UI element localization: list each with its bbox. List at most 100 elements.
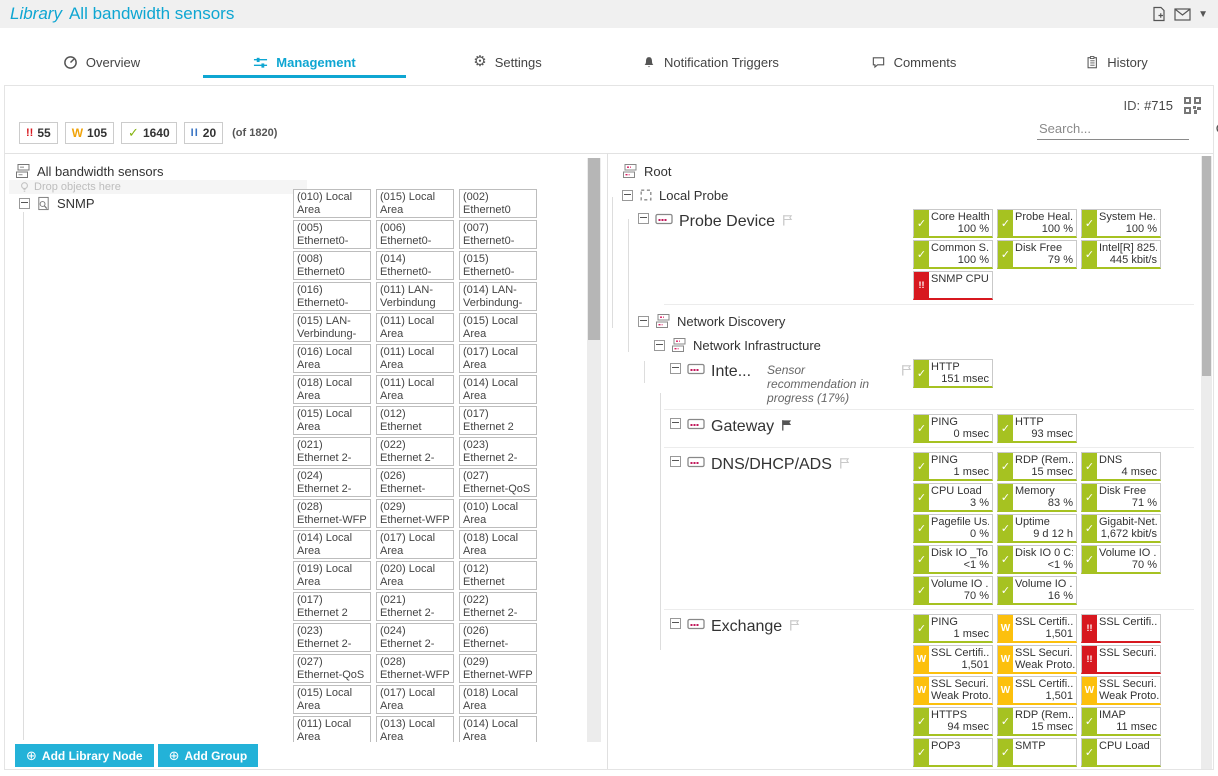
library-sensor-tile[interactable]: (015) Local Area bbox=[293, 685, 371, 714]
library-sensor-tile[interactable]: (017) Local Area bbox=[459, 344, 537, 373]
device-row-gateway[interactable]: Gateway bbox=[622, 414, 913, 443]
sensor-tile-disk-free[interactable]: ✓Disk Free71 % bbox=[1081, 483, 1161, 512]
sensor-tile-volume-io[interactable]: ✓Volume IO ...70 % bbox=[1081, 545, 1161, 574]
library-sensor-tile[interactable]: (011) LAN-Verbindung bbox=[376, 282, 454, 311]
probe-row-local-probe[interactable]: Local Probe bbox=[622, 183, 1213, 207]
sensor-tile-https[interactable]: ✓HTTPS94 msec bbox=[913, 707, 993, 736]
library-root-node[interactable]: All bandwidth sensors bbox=[15, 162, 295, 180]
library-sensor-tile[interactable]: (028) Ethernet-WFP 802.3 bbox=[293, 499, 371, 528]
collapse-expander-icon[interactable] bbox=[622, 190, 633, 201]
sensor-tile-cpu-load[interactable]: ✓CPU Load3 % bbox=[913, 483, 993, 512]
library-sensor-tile[interactable]: (011) Local Area bbox=[376, 344, 454, 373]
library-sensor-tile[interactable]: (010) Local Area bbox=[459, 499, 537, 528]
status-count-paused[interactable]: II20 bbox=[184, 122, 223, 144]
sensor-tile-rdp-rem[interactable]: ✓RDP (Rem...15 msec bbox=[997, 452, 1077, 481]
device-row-inte[interactable]: Inte...Sensor recommendation in progress… bbox=[622, 359, 913, 405]
right-scrollbar-thumb[interactable] bbox=[1202, 156, 1211, 376]
device-row-exchange[interactable]: Exchange bbox=[622, 614, 913, 767]
collapse-expander-icon[interactable] bbox=[670, 618, 681, 629]
sensor-tile-memory[interactable]: ✓Memory83 % bbox=[997, 483, 1077, 512]
library-sensor-tile[interactable]: (014) Ethernet0-WFP Native bbox=[376, 251, 454, 280]
qr-code-icon[interactable] bbox=[1184, 97, 1201, 114]
library-sensor-tile[interactable]: (023) Ethernet 2-WFP 802.3 bbox=[459, 437, 537, 466]
library-sensor-tile[interactable]: (014) Local Area bbox=[293, 530, 371, 559]
sensor-tile-ssl-certifi[interactable]: !!SSL Certifi... bbox=[1081, 614, 1161, 643]
sensor-tile-volume-io[interactable]: ✓Volume IO ...16 % bbox=[997, 576, 1077, 605]
add-group-button[interactable]: ⊕ Add Group bbox=[158, 744, 259, 767]
library-sensor-tile[interactable]: (011) Local Area bbox=[376, 313, 454, 342]
library-sensor-tile[interactable]: (023) Ethernet 2-WFP 802.3 bbox=[293, 623, 371, 652]
library-sensor-tile[interactable]: (018) Local Area bbox=[459, 530, 537, 559]
sensor-tile-smtp[interactable]: ✓SMTP bbox=[997, 738, 1077, 767]
collapse-expander-icon[interactable] bbox=[19, 198, 30, 209]
device-row-dns-dhcp-ads[interactable]: DNS/DHCP/ADS bbox=[622, 452, 913, 605]
library-sensor-tile[interactable]: (014) LAN-Verbindung-QoS bbox=[459, 282, 537, 311]
tab-history[interactable]: History bbox=[1015, 49, 1218, 78]
library-sensor-tile[interactable]: (017) Ethernet 2 Traffic bbox=[293, 592, 371, 621]
sensor-tile-http[interactable]: ✓HTTP151 msec bbox=[913, 359, 993, 388]
sensor-tile-snmp-cpu[interactable]: !!SNMP CPU... bbox=[913, 271, 993, 300]
library-sensor-tile[interactable]: (029) Ethernet-WFP Native bbox=[376, 499, 454, 528]
sensor-tile-ssl-securi[interactable]: WSSL Securi...Weak Proto... bbox=[913, 676, 993, 705]
search-input[interactable] bbox=[1037, 119, 1215, 139]
collapse-expander-icon[interactable] bbox=[638, 316, 649, 327]
sensor-tile-ssl-certifi[interactable]: WSSL Certifi...1,501 bbox=[913, 645, 993, 674]
device-row-probe-device[interactable]: Probe Device bbox=[622, 209, 913, 300]
left-scrollbar-thumb[interactable] bbox=[588, 158, 600, 340]
group-row-network-discovery[interactable]: Network Discovery bbox=[638, 309, 1213, 333]
library-sensor-tile[interactable]: (007) Ethernet0-WFP 802.3 bbox=[459, 220, 537, 249]
sensor-tile-ping[interactable]: ✓PING1 msec bbox=[913, 452, 993, 481]
sensor-tile-uptime[interactable]: ✓Uptime9 d 12 h bbox=[997, 514, 1077, 543]
library-sensor-tile[interactable]: (011) Local Area bbox=[376, 375, 454, 404]
sensor-tile-probe-heal[interactable]: ✓Probe Heal...100 % bbox=[997, 209, 1077, 238]
library-sensor-tile[interactable]: (017) Local Area bbox=[376, 685, 454, 714]
left-scrollbar[interactable] bbox=[587, 158, 601, 742]
library-sensor-tile[interactable]: (002) Ethernet0 Traffic bbox=[459, 189, 537, 218]
status-count-up[interactable]: ✓1640 bbox=[121, 122, 177, 144]
collapse-expander-icon[interactable] bbox=[670, 363, 681, 374]
status-count-down[interactable]: !!55 bbox=[19, 122, 58, 144]
library-sensor-tile[interactable]: (012) Ethernet Traffic bbox=[459, 561, 537, 590]
sensor-tile-common-s[interactable]: ✓Common S...100 % bbox=[913, 240, 993, 269]
tab-notification-triggers[interactable]: Notification Triggers bbox=[609, 49, 812, 78]
sensor-tile-gigabit-net[interactable]: ✓Gigabit-Net...1,672 kbit/s bbox=[1081, 514, 1161, 543]
library-sensor-tile[interactable]: (021) Ethernet 2-Network bbox=[376, 592, 454, 621]
library-sensor-tile[interactable]: (020) Local Area bbox=[376, 561, 454, 590]
library-sensor-tile[interactable]: (006) Ethernet0-QoS Packet bbox=[376, 220, 454, 249]
sensor-tile-intel-r-825[interactable]: ✓Intel[R] 825...445 kbit/s bbox=[1081, 240, 1161, 269]
library-sensor-tile[interactable]: (016) Ethernet0-WFP 802.3 bbox=[293, 282, 371, 311]
library-sensor-tile[interactable]: (027) Ethernet-QoS Packet bbox=[293, 654, 371, 683]
tab-management[interactable]: Management bbox=[203, 49, 406, 78]
tab-settings[interactable]: ⚙Settings bbox=[406, 49, 609, 78]
library-sensor-tile[interactable]: (015) LAN-Verbindung- bbox=[293, 313, 371, 342]
library-sensor-tile[interactable]: (021) Ethernet 2-Network bbox=[293, 437, 371, 466]
sensor-tile-disk-io-to[interactable]: ✓Disk IO _To...<1 % bbox=[913, 545, 993, 574]
group-row-network-infrastructure[interactable]: Network Infrastructure bbox=[654, 333, 1213, 357]
sensor-tile-pagefile-us[interactable]: ✓Pagefile Us...0 % bbox=[913, 514, 993, 543]
sensor-tile-disk-free[interactable]: ✓Disk Free79 % bbox=[997, 240, 1077, 269]
library-sensor-tile[interactable]: (019) Local Area bbox=[293, 561, 371, 590]
library-sensor-tile[interactable]: (011) Local Area bbox=[293, 716, 371, 742]
root-row-root[interactable]: Root bbox=[622, 159, 1213, 183]
tab-overview[interactable]: Overview bbox=[0, 49, 203, 78]
library-sensor-tile[interactable]: (008) Ethernet0 Traffic bbox=[293, 251, 371, 280]
collapse-expander-icon[interactable] bbox=[670, 456, 681, 467]
library-sensor-tile[interactable]: (014) Local Area bbox=[459, 375, 537, 404]
library-sensor-tile[interactable]: (005) Ethernet0-WFP Native bbox=[293, 220, 371, 249]
sensor-tile-dns[interactable]: ✓DNS4 msec bbox=[1081, 452, 1161, 481]
library-sensor-tile[interactable]: (022) Ethernet 2-QoS Packet bbox=[376, 437, 454, 466]
library-sensor-tile[interactable]: (028) Ethernet-WFP 802.3 bbox=[376, 654, 454, 683]
library-sensor-tile[interactable]: (027) Ethernet-QoS Packet bbox=[459, 468, 537, 497]
sensor-tile-ssl-certifi[interactable]: WSSL Certifi...1,501 bbox=[997, 676, 1077, 705]
caret-down-icon[interactable]: ▼ bbox=[1198, 9, 1208, 20]
sensor-tile-disk-io-0-c[interactable]: ✓Disk IO 0 C:<1 % bbox=[997, 545, 1077, 574]
sensor-tile-rdp-rem[interactable]: ✓RDP (Rem...15 msec bbox=[997, 707, 1077, 736]
sensor-tile-volume-io[interactable]: ✓Volume IO ...70 % bbox=[913, 576, 993, 605]
sensor-tile-ping[interactable]: ✓PING1 msec bbox=[913, 614, 993, 643]
drop-target-hint[interactable]: Drop objects here bbox=[9, 180, 307, 194]
right-scrollbar[interactable] bbox=[1201, 156, 1212, 769]
library-sensor-tile[interactable]: (010) Local Area bbox=[293, 189, 371, 218]
library-sensor-tile[interactable]: (014) Local Area bbox=[459, 716, 537, 742]
sensor-tile-ssl-securi[interactable]: WSSL Securi...Weak Proto... bbox=[997, 645, 1077, 674]
sensor-tile-ssl-securi[interactable]: WSSL Securi...Weak Proto... bbox=[1081, 676, 1161, 705]
